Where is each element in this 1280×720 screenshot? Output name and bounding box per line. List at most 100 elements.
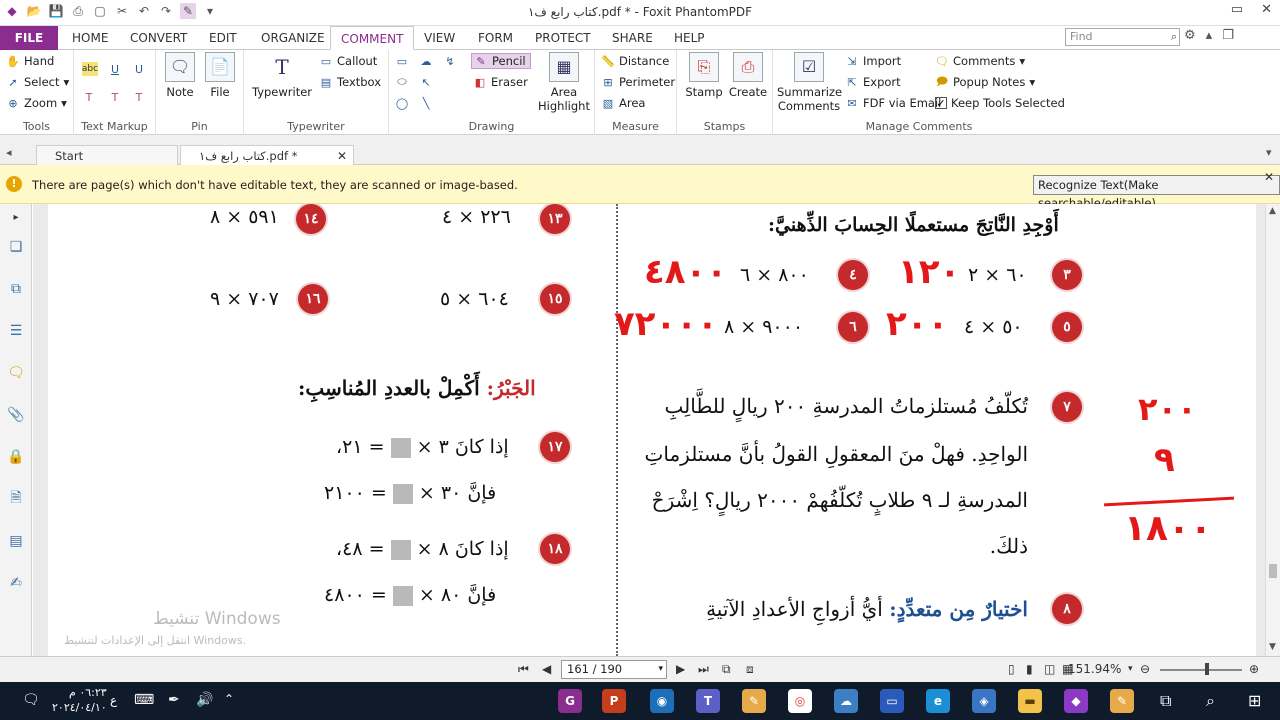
rectangle-button[interactable]: ▭ (395, 54, 409, 68)
close-button[interactable]: ✕ (1261, 2, 1272, 17)
edge-taskbar-icon[interactable]: e (926, 689, 950, 713)
restore-button[interactable]: ▭ (1231, 2, 1243, 17)
tab-file[interactable]: FILE (0, 26, 58, 50)
close-notification-icon[interactable]: ✕ (1264, 170, 1274, 184)
zoom-in-icon[interactable]: ⊕ (1249, 662, 1259, 676)
summarize-comments-button[interactable]: ☑ Summarize Comments (777, 52, 842, 113)
chevron-down-icon[interactable]: ▾ (1128, 664, 1133, 674)
signature-icon[interactable]: ✍ (7, 574, 25, 592)
tabs-menu-icon[interactable]: ▾ (1266, 146, 1272, 159)
popup-notes-dropdown[interactable]: 🗩 Popup Notes ▾ (935, 75, 1035, 90)
distance-button[interactable]: 📏 Distance (601, 54, 669, 68)
pages-icon[interactable]: ❏ (7, 238, 25, 256)
keep-tools-checkbox[interactable]: ✓ Keep Tools Selected (935, 96, 1065, 110)
stack-icon[interactable]: ☰ (7, 322, 25, 340)
zoom-out-icon[interactable]: ⊖ (1140, 662, 1150, 676)
tab-protect[interactable]: PROTECT (525, 26, 601, 50)
start-windows-icon[interactable]: ⊞ (1248, 691, 1261, 710)
fdf-email-button[interactable]: ✉ FDF via Email (845, 96, 941, 110)
squiggly-button[interactable]: U (132, 62, 146, 76)
task-view-icon[interactable]: ⧉ (1160, 691, 1171, 711)
teams-taskbar-icon[interactable]: T (696, 689, 720, 713)
select-tool-button[interactable]: ➚ Select ▾ (6, 75, 69, 89)
recognize-text-button[interactable]: Recognize Text(Make searchable/editable) (1033, 175, 1280, 210)
underline-button[interactable]: U (108, 62, 122, 76)
ellipse-button[interactable]: ⬭ (395, 75, 409, 89)
tabs-scroll-left-icon[interactable]: ◂ (6, 146, 12, 159)
zoom-slider-thumb[interactable] (1205, 663, 1209, 675)
lock-icon[interactable]: 🔒 (7, 448, 25, 466)
notification-center-icon[interactable]: 🗨 (22, 692, 40, 708)
tray-clock[interactable]: ٠٦:٢٣ م ٢٠٢٤/٠٤/١٠ (52, 685, 107, 715)
first-page-icon[interactable]: ⏮ (518, 662, 529, 677)
volume-icon[interactable]: 🔊 (196, 692, 213, 708)
document-properties-icon[interactable]: 🗎 (7, 490, 25, 508)
previous-view-icon[interactable]: ⧉ (722, 662, 731, 677)
page-number-field[interactable]: 161 / 190 ▾ (561, 660, 667, 679)
last-page-icon[interactable]: ⏭ (698, 662, 709, 677)
file-explorer-taskbar-icon[interactable]: ▬ (1018, 689, 1042, 713)
callout-button[interactable]: ▭ Callout (319, 54, 378, 68)
scrollbar-thumb[interactable] (1269, 564, 1277, 578)
settings-gear-icon[interactable]: ⚙ (1184, 28, 1196, 43)
oval-button[interactable]: ◯ (395, 96, 409, 110)
line-button[interactable]: ╲ (419, 96, 433, 110)
notes-taskbar-icon[interactable]: ✎ (742, 689, 766, 713)
zoom-tool-button[interactable]: ⊕ Zoom ▾ (6, 96, 67, 110)
expand-panel-icon[interactable]: ▸ (7, 208, 25, 226)
tab-start[interactable]: Start (36, 145, 178, 165)
insert-text-button[interactable]: T (132, 90, 146, 104)
import-button[interactable]: ⇲ Import (845, 54, 901, 68)
file-attach-button[interactable]: 📄 File (202, 52, 238, 99)
chevron-down-icon[interactable]: ▾ (658, 661, 663, 678)
zoom-value[interactable]: 151.94% (1068, 662, 1121, 676)
close-tab-icon[interactable]: ✕ (337, 146, 347, 166)
previous-page-icon[interactable]: ◀ (542, 662, 551, 676)
create-stamp-button[interactable]: ⎙ Create (727, 52, 769, 99)
scroll-up-icon[interactable]: ▲ (1269, 206, 1276, 216)
search-icon[interactable]: ⌕ (1171, 29, 1177, 45)
tab-edit[interactable]: EDIT (199, 26, 247, 50)
chevron-up-icon[interactable]: ⌃ (224, 692, 234, 706)
paint-taskbar-icon[interactable]: ◆ (1064, 689, 1088, 713)
document-view[interactable]: أَوْجِدِ النَّاتِجَ مستعملًا الحِسابَ ال… (33, 204, 1265, 656)
hand-tool-button[interactable]: ✋ Hand (6, 54, 54, 68)
area-measure-button[interactable]: ▧ Area (601, 96, 646, 110)
tab-comment[interactable]: COMMENT (330, 26, 415, 50)
zoom-slider-track[interactable] (1160, 669, 1242, 671)
search-taskbar-icon[interactable]: ⌕ (1206, 691, 1215, 711)
area-highlight-button[interactable]: ▦ Area Highlight (537, 52, 591, 113)
tab-form[interactable]: FORM (468, 26, 523, 50)
tab-view[interactable]: VIEW (414, 26, 465, 50)
highlight-text-button[interactable]: abc (82, 62, 98, 76)
form-fields-icon[interactable]: ▤ (7, 532, 25, 550)
note-button[interactable]: 🗨 Note (162, 52, 198, 99)
find-input[interactable]: Find ⌕ (1065, 28, 1180, 46)
tab-share[interactable]: SHARE (602, 26, 663, 50)
app-taskbar-icon[interactable]: ✎ (1110, 689, 1134, 713)
tab-document[interactable]: كتاب رابع ف١.pdf * ✕ (180, 145, 354, 165)
polyline-button[interactable]: ↯ (443, 54, 457, 68)
foxit-taskbar-icon[interactable]: G (558, 689, 582, 713)
export-button[interactable]: ⇱ Export (845, 75, 900, 89)
tab-organize[interactable]: ORGANIZE (251, 26, 335, 50)
stamp-button[interactable]: ⎘ Stamp (683, 52, 725, 99)
tab-help[interactable]: HELP (664, 26, 715, 50)
strikeout-button[interactable]: T (82, 90, 96, 104)
layers-icon[interactable]: ⧉ (7, 280, 25, 298)
collapse-ribbon-icon[interactable]: ▴ (1206, 28, 1213, 43)
chrome-taskbar-icon[interactable]: ◎ (788, 689, 812, 713)
language-indicator[interactable]: ع (110, 693, 117, 707)
cloud-button[interactable]: ☁ (419, 54, 433, 68)
replace-text-button[interactable]: T (108, 90, 122, 104)
powerpoint-taskbar-icon[interactable]: P (602, 689, 626, 713)
eraser-button[interactable]: ◧ Eraser (473, 75, 528, 89)
tablet-taskbar-icon[interactable]: ▭ (880, 689, 904, 713)
textbox-button[interactable]: ▤ Textbox (319, 75, 381, 89)
keyboard-icon[interactable]: ⌨ (134, 692, 154, 708)
attachment-icon[interactable]: 📎 (7, 406, 25, 424)
restore-icon[interactable]: ❐ (1222, 28, 1234, 43)
comments-panel-icon[interactable]: 🗨 (7, 364, 25, 382)
tab-home[interactable]: HOME (62, 26, 118, 50)
next-view-icon[interactable]: ⧈ (746, 662, 754, 677)
